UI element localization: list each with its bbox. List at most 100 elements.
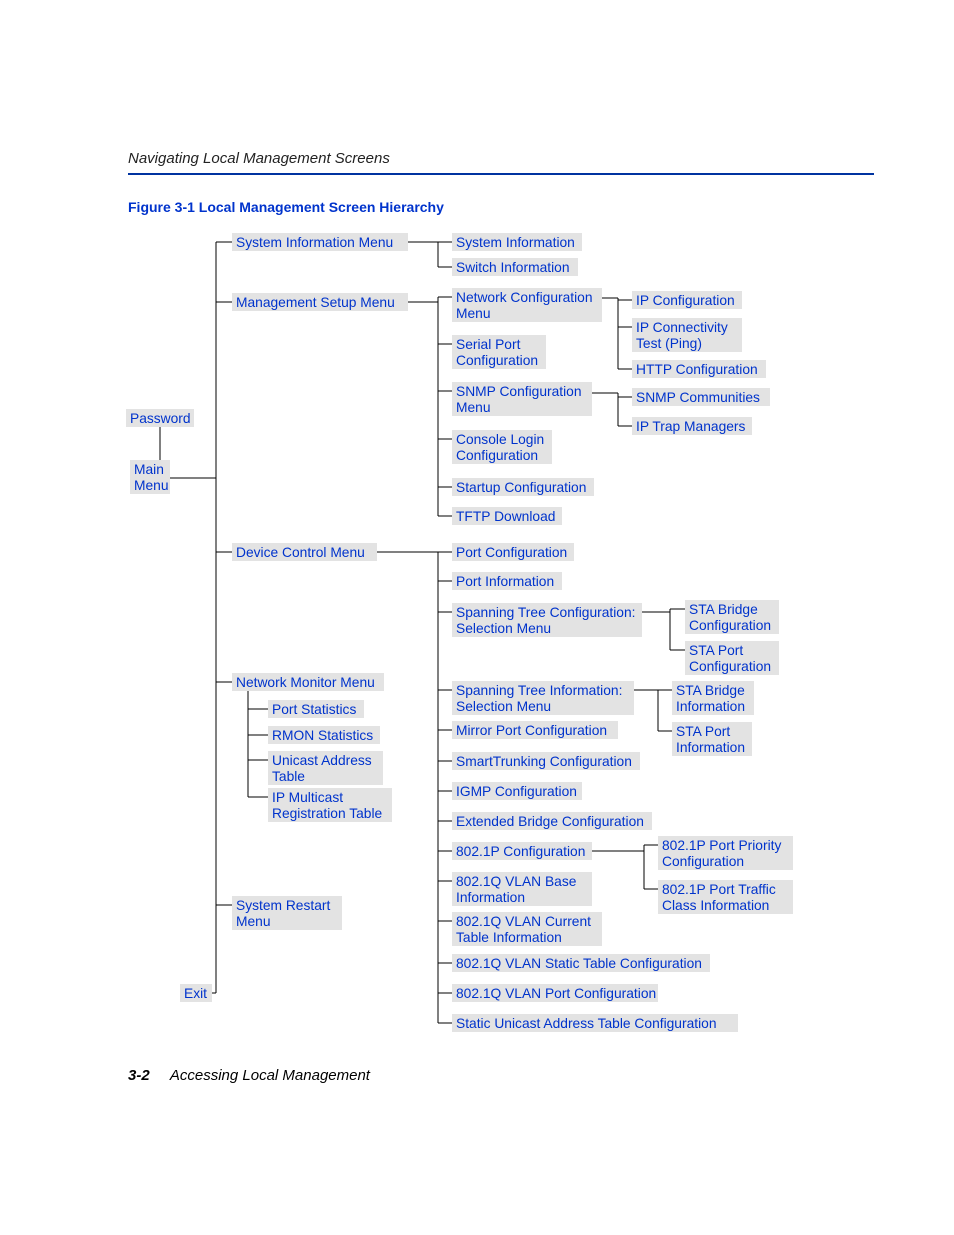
svg-text:Registration Table: Registration Table: [272, 806, 383, 821]
svg-text:Menu: Menu: [456, 306, 491, 321]
svg-text:802.1Q VLAN Port Configuration: 802.1Q VLAN Port Configuration: [456, 986, 656, 1001]
svg-text:Configuration: Configuration: [689, 659, 771, 674]
node-netmon-menu[interactable]: Network Monitor Menu: [232, 673, 384, 691]
node-startup-config[interactable]: Startup Configuration: [452, 478, 594, 496]
node-ip-trap-managers[interactable]: IP Trap Managers: [632, 417, 752, 435]
node-8021p-port-priority[interactable]: 802.1P Port Priority Configuration: [658, 836, 793, 870]
svg-text:Network Configuration: Network Configuration: [456, 290, 593, 305]
node-sta-bridge-info[interactable]: STA Bridge Information: [672, 681, 754, 715]
node-snmp-communities[interactable]: SNMP Communities: [632, 388, 770, 406]
svg-text:HTTP Configuration: HTTP Configuration: [636, 362, 758, 377]
svg-text:802.1P Configuration: 802.1P Configuration: [456, 844, 585, 859]
svg-text:System Information Menu: System Information Menu: [236, 235, 393, 250]
svg-text:Serial Port: Serial Port: [456, 337, 521, 352]
node-tftp-download[interactable]: TFTP Download: [452, 507, 562, 525]
svg-text:Menu: Menu: [134, 478, 169, 493]
svg-text:IGMP Configuration: IGMP Configuration: [456, 784, 577, 799]
node-system-restart[interactable]: System Restart Menu: [232, 896, 342, 930]
svg-text:Configuration: Configuration: [456, 448, 538, 463]
hierarchy-diagram: Password Main Menu Exit System Informati…: [0, 0, 954, 1235]
svg-text:IP Trap Managers: IP Trap Managers: [636, 419, 746, 434]
node-snmp-config-menu[interactable]: SNMP Configuration Menu: [452, 382, 592, 416]
svg-text:IP Connectivity: IP Connectivity: [636, 320, 728, 335]
svg-text:Table: Table: [272, 769, 305, 784]
svg-text:Management Setup Menu: Management Setup Menu: [236, 295, 395, 310]
svg-text:System Restart: System Restart: [236, 898, 330, 913]
svg-text:802.1Q VLAN Base: 802.1Q VLAN Base: [456, 874, 577, 889]
svg-text:IP Configuration: IP Configuration: [636, 293, 735, 308]
node-main-menu[interactable]: Main Menu: [130, 460, 170, 494]
node-spanning-tree-config[interactable]: Spanning Tree Configuration: Selection M…: [452, 603, 642, 637]
svg-text:Configuration: Configuration: [689, 618, 771, 633]
svg-text:Information: Information: [456, 890, 525, 905]
node-mirror-port-config[interactable]: Mirror Port Configuration: [452, 721, 618, 739]
node-8021p-config[interactable]: 802.1P Configuration: [452, 842, 592, 860]
svg-text:Exit: Exit: [184, 986, 207, 1001]
svg-text:Console Login: Console Login: [456, 432, 544, 447]
svg-text:Configuration: Configuration: [662, 854, 744, 869]
svg-text:Main: Main: [134, 462, 164, 477]
node-unicast-table[interactable]: Unicast Address Table: [268, 751, 383, 785]
svg-text:Menu: Menu: [236, 914, 271, 929]
svg-text:RMON Statistics: RMON Statistics: [272, 728, 373, 743]
svg-text:STA Port: STA Port: [689, 643, 743, 658]
svg-text:Information: Information: [676, 740, 745, 755]
svg-text:Mirror Port Configuration: Mirror Port Configuration: [456, 723, 607, 738]
svg-text:Password: Password: [130, 411, 191, 426]
svg-text:Static Unicast Address Table C: Static Unicast Address Table Configurati…: [456, 1016, 717, 1031]
node-vlan-base-info[interactable]: 802.1Q VLAN Base Information: [452, 872, 592, 906]
node-ipmc-table[interactable]: IP Multicast Registration Table: [268, 788, 392, 822]
svg-text:Selection Menu: Selection Menu: [456, 699, 551, 714]
node-mgmt-menu[interactable]: Management Setup Menu: [232, 293, 408, 311]
node-port-config[interactable]: Port Configuration: [452, 543, 574, 561]
svg-text:Spanning Tree Configuration:: Spanning Tree Configuration:: [456, 605, 635, 620]
node-network-config-menu[interactable]: Network Configuration Menu: [452, 288, 602, 322]
svg-text:STA Bridge: STA Bridge: [676, 683, 745, 698]
svg-text:802.1Q VLAN Static Table Confi: 802.1Q VLAN Static Table Configuration: [456, 956, 702, 971]
svg-text:Class Information: Class Information: [662, 898, 769, 913]
svg-text:Test (Ping): Test (Ping): [636, 336, 702, 351]
node-switch-information[interactable]: Switch Information: [452, 258, 578, 276]
node-exit[interactable]: Exit: [180, 984, 212, 1002]
svg-text:SNMP Configuration: SNMP Configuration: [456, 384, 582, 399]
svg-text:System Information: System Information: [456, 235, 575, 250]
svg-text:Selection Menu: Selection Menu: [456, 621, 551, 636]
svg-text:Port Information: Port Information: [456, 574, 554, 589]
node-smarttrunking-config[interactable]: SmartTrunking Configuration: [452, 752, 640, 770]
node-static-unicast-table[interactable]: Static Unicast Address Table Configurati…: [452, 1014, 738, 1032]
node-vlan-port-config[interactable]: 802.1Q VLAN Port Configuration: [452, 984, 658, 1002]
node-ip-config[interactable]: IP Configuration: [632, 291, 742, 309]
node-password[interactable]: Password: [126, 409, 194, 427]
node-http-config[interactable]: HTTP Configuration: [632, 360, 766, 378]
node-device-menu[interactable]: Device Control Menu: [232, 543, 377, 561]
node-system-information[interactable]: System Information: [452, 233, 582, 251]
node-igmp-config[interactable]: IGMP Configuration: [452, 782, 582, 800]
node-extended-bridge-config[interactable]: Extended Bridge Configuration: [452, 812, 652, 830]
node-spanning-tree-info[interactable]: Spanning Tree Information: Selection Men…: [452, 681, 634, 715]
node-port-statistics[interactable]: Port Statistics: [268, 700, 364, 718]
node-8021p-port-traffic[interactable]: 802.1P Port Traffic Class Information: [658, 880, 793, 914]
node-rmon-statistics[interactable]: RMON Statistics: [268, 726, 380, 744]
node-sysinfo-menu[interactable]: System Information Menu: [232, 233, 408, 251]
node-port-info[interactable]: Port Information: [452, 572, 562, 590]
svg-text:STA Bridge: STA Bridge: [689, 602, 758, 617]
node-vlan-static-table[interactable]: 802.1Q VLAN Static Table Configuration: [452, 954, 710, 972]
svg-text:IP Multicast: IP Multicast: [272, 790, 343, 805]
node-ip-connectivity[interactable]: IP Connectivity Test (Ping): [632, 318, 742, 352]
node-sta-port-info[interactable]: STA Port Information: [672, 722, 752, 756]
svg-text:Port Configuration: Port Configuration: [456, 545, 567, 560]
svg-text:Device Control Menu: Device Control Menu: [236, 545, 365, 560]
node-console-login-config[interactable]: Console Login Configuration: [452, 430, 552, 464]
svg-text:Menu: Menu: [456, 400, 491, 415]
svg-text:SNMP Communities: SNMP Communities: [636, 390, 760, 405]
svg-text:Table Information: Table Information: [456, 930, 562, 945]
svg-text:Configuration: Configuration: [456, 353, 538, 368]
svg-text:Unicast Address: Unicast Address: [272, 753, 372, 768]
node-sta-bridge-config[interactable]: STA Bridge Configuration: [685, 600, 779, 634]
node-vlan-current-table[interactable]: 802.1Q VLAN Current Table Information: [452, 912, 602, 946]
svg-text:Switch Information: Switch Information: [456, 260, 570, 275]
svg-text:802.1P Port Traffic: 802.1P Port Traffic: [662, 882, 776, 897]
node-serial-port-config[interactable]: Serial Port Configuration: [452, 335, 546, 369]
svg-text:Extended Bridge Configuration: Extended Bridge Configuration: [456, 814, 644, 829]
node-sta-port-config[interactable]: STA Port Configuration: [685, 641, 779, 675]
